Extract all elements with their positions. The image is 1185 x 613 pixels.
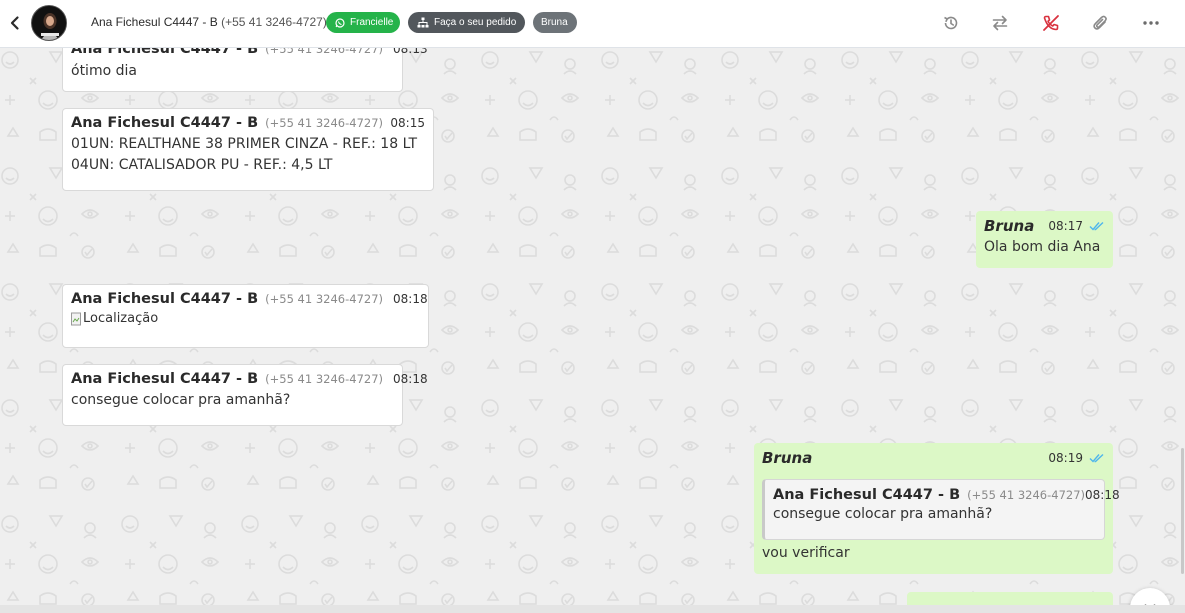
back-icon[interactable]: [6, 14, 24, 32]
sender-phone: (+55 41 3246-4727): [265, 48, 384, 56]
sender-name: Bruna: [984, 217, 1035, 235]
incoming-message[interactable]: Ana Fichesul C4447 - B (+55 41 3246-4727…: [62, 284, 429, 348]
whatsapp-icon: [335, 17, 345, 28]
message-time: 08:18: [393, 292, 428, 306]
message-text: vou verificar: [762, 545, 850, 561]
incoming-message[interactable]: Ana Fichesul C4447 - B (+55 41 3246-4727…: [62, 364, 428, 426]
message-time: 08:18: [393, 372, 428, 386]
message-line: 01UN: REALTHANE 38 PRIMER CINZA - REF.: …: [71, 136, 417, 152]
sender-name: Ana Fichesul C4447 - B: [71, 115, 259, 131]
incoming-message[interactable]: Ana Fichesul C4447 - B (+55 41 3246-4727…: [62, 48, 428, 92]
message-time: 08:17: [1048, 219, 1083, 233]
history-icon[interactable]: [942, 14, 960, 32]
whatsapp-tag-label: Francielle: [350, 17, 394, 28]
contact-name: Ana Fichesul C4447 - B: [91, 15, 218, 29]
message-line: 04UN: CATALISADOR PU - REF.: 4,5 LT: [71, 157, 333, 173]
message-time: 08:15: [390, 116, 425, 130]
message-text: consegue colocar pra amanhã?: [71, 392, 291, 408]
read-ticks-icon: [1089, 453, 1104, 463]
contact-title: Ana Fichesul C4447 - B (+55 41 3246-4727…: [91, 15, 327, 29]
chat-header: Ana Fichesul C4447 - B (+55 41 3246-4727…: [0, 0, 1185, 48]
sender-phone: (+55 41 3246-4727): [265, 372, 384, 386]
outgoing-message-partial[interactable]: [907, 592, 1113, 605]
outgoing-message[interactable]: Bruna 08:17 Ola bom dia Ana: [976, 211, 1113, 268]
quoted-sender-phone: (+55 41 3246-4727): [967, 488, 1086, 502]
quoted-header: Ana Fichesul C4447 - B (+55 41 3246-4727…: [773, 487, 1120, 503]
image-alt-text: Localização: [83, 311, 159, 326]
sender-phone: (+55 41 3246-4727): [265, 116, 384, 130]
order-tag[interactable]: Faça o seu pedido: [408, 12, 525, 33]
quoted-message[interactable]: Ana Fichesul C4447 - B (+55 41 3246-4727…: [762, 479, 1120, 540]
sender-name: Bruna: [762, 449, 813, 467]
outgoing-message[interactable]: Bruna 08:19 Ana Fichesul C4447 - B (+55 …: [754, 443, 1120, 574]
attachment-icon[interactable]: [1092, 14, 1110, 32]
composer-edge: [0, 605, 1185, 613]
end-call-icon[interactable]: [1042, 14, 1060, 32]
message-time: 08:13: [393, 48, 428, 56]
message-text: Ola bom dia Ana: [984, 239, 1101, 255]
quoted-sender-name: Ana Fichesul C4447 - B: [773, 487, 961, 503]
whatsapp-channel-tag[interactable]: Francielle: [326, 12, 400, 33]
sender-name: Ana Fichesul C4447 - B: [71, 48, 259, 57]
sender-name: Ana Fichesul C4447 - B: [71, 371, 259, 387]
order-tag-label: Faça o seu pedido: [434, 17, 517, 28]
quoted-text: consegue colocar pra amanhã?: [773, 506, 993, 522]
agent-tag[interactable]: Bruna: [533, 12, 577, 33]
message-time: 08:19: [1048, 451, 1083, 465]
incoming-message[interactable]: Ana Fichesul C4447 - B (+55 41 3246-4727…: [62, 108, 434, 191]
sender-phone: (+55 41 3246-4727): [265, 292, 384, 306]
quoted-time: 08:18: [1085, 488, 1120, 502]
message-text: ótimo dia: [71, 63, 137, 79]
scrollbar-thumb[interactable]: [1181, 448, 1184, 574]
avatar[interactable]: [31, 5, 67, 41]
more-icon[interactable]: [1142, 14, 1160, 32]
message-header: Bruna 08:19: [762, 449, 1105, 467]
message-header: Ana Fichesul C4447 - B (+55 41 3246-4727…: [71, 115, 425, 131]
message-header: Ana Fichesul C4447 - B (+55 41 3246-4727…: [71, 291, 428, 307]
location-image[interactable]: Localização: [71, 311, 420, 326]
chat-scrollbar[interactable]: [1179, 48, 1185, 605]
read-ticks-icon: [1089, 221, 1104, 231]
message-header: Ana Fichesul C4447 - B (+55 41 3246-4727…: [71, 48, 428, 57]
sitemap-icon: [417, 17, 429, 28]
chat-area[interactable]: Ana Fichesul C4447 - B (+55 41 3246-4727…: [0, 48, 1185, 605]
transfer-icon[interactable]: [991, 14, 1009, 32]
message-header: Ana Fichesul C4447 - B (+55 41 3246-4727…: [71, 371, 428, 387]
sender-name: Ana Fichesul C4447 - B: [71, 291, 259, 307]
agent-tag-label: Bruna: [541, 17, 568, 28]
contact-phone: (+55 41 3246-4727): [221, 15, 327, 29]
message-header: Bruna 08:17: [984, 217, 1105, 235]
broken-image-icon: [71, 312, 81, 325]
